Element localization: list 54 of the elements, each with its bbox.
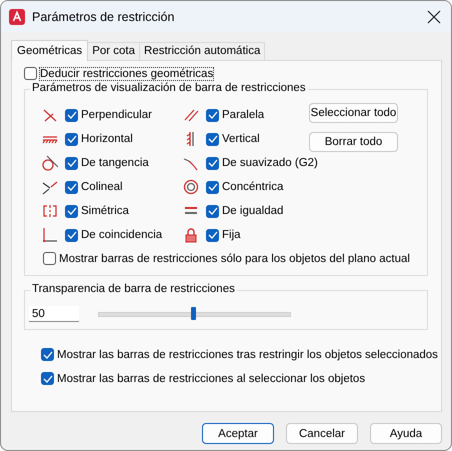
slider-thumb[interactable] xyxy=(190,306,196,320)
tangent-icon xyxy=(42,155,58,171)
symmetric-icon xyxy=(42,203,58,219)
button[interactable]: Cancelar xyxy=(286,423,358,444)
checkbox-label: Concéntrica xyxy=(222,181,284,193)
checkbox-label: De tangencia xyxy=(81,157,149,169)
checkbox[interactable] xyxy=(206,180,219,194)
checkbox-label: Mostrar las barras de restricciones al seleccionar los objetos xyxy=(57,372,366,384)
checkbox-label: Mostrar barras de restricciones sólo para los objetos del plano actual xyxy=(59,252,410,264)
checkbox[interactable] xyxy=(206,156,219,170)
checkbox-label: Simétrica xyxy=(81,205,129,217)
checkbox-label: Fija xyxy=(222,229,241,241)
checkbox[interactable] xyxy=(65,204,78,218)
checkbox-label: Deducir restricciones geométricas xyxy=(40,68,214,80)
parallel-icon xyxy=(183,107,199,123)
checkbox-label: De coincidencia xyxy=(81,229,162,241)
checkbox[interactable] xyxy=(206,204,219,218)
tab[interactable]: Geométricas xyxy=(11,40,88,61)
concentric-icon xyxy=(183,179,199,195)
checkbox[interactable] xyxy=(206,108,219,122)
group-title: Parámetros de visualización de barra de restricciones xyxy=(30,82,308,94)
window-title: Parámetros de restricción xyxy=(32,10,176,24)
checkbox[interactable] xyxy=(65,228,78,242)
checkbox-label: Colineal xyxy=(81,181,123,193)
coincident-icon xyxy=(42,227,58,243)
checkbox-label: Mostrar las barras de restricciones tras restringir los objetos seleccionados xyxy=(57,348,438,360)
checkbox-label: Horizontal xyxy=(81,133,133,145)
checkbox-label: De igualdad xyxy=(222,205,284,217)
collinear-icon xyxy=(42,179,58,195)
checkbox[interactable] xyxy=(65,180,78,194)
button[interactable]: Borrar todo xyxy=(309,132,398,152)
value-field[interactable]: 50 xyxy=(29,306,79,322)
tab[interactable]: Restricción automática xyxy=(139,42,266,60)
checkbox-label: Paralela xyxy=(222,109,264,121)
checkbox[interactable] xyxy=(65,156,78,170)
close-icon[interactable] xyxy=(427,10,441,24)
app-icon xyxy=(9,8,25,24)
button[interactable]: Seleccionar todo xyxy=(309,103,398,123)
perpendicular-icon xyxy=(42,107,58,123)
checkbox[interactable] xyxy=(24,67,37,80)
checkbox[interactable] xyxy=(43,252,56,265)
button[interactable]: Ayuda xyxy=(370,423,442,444)
checkbox[interactable] xyxy=(206,132,219,146)
button[interactable]: Aceptar xyxy=(202,423,274,444)
checkbox-label: De suavizado (G2) xyxy=(222,157,318,169)
group-title: Transparencia de barra de restricciones xyxy=(30,283,237,295)
checkbox[interactable] xyxy=(65,132,78,146)
checkbox[interactable] xyxy=(206,228,219,242)
checkbox[interactable] xyxy=(41,372,54,385)
checkbox[interactable] xyxy=(65,108,78,122)
padlock-icon xyxy=(183,227,199,243)
checkbox-label: Perpendicular xyxy=(81,109,152,121)
checkbox-label: Vertical xyxy=(222,133,260,145)
checkbox[interactable] xyxy=(41,348,54,361)
